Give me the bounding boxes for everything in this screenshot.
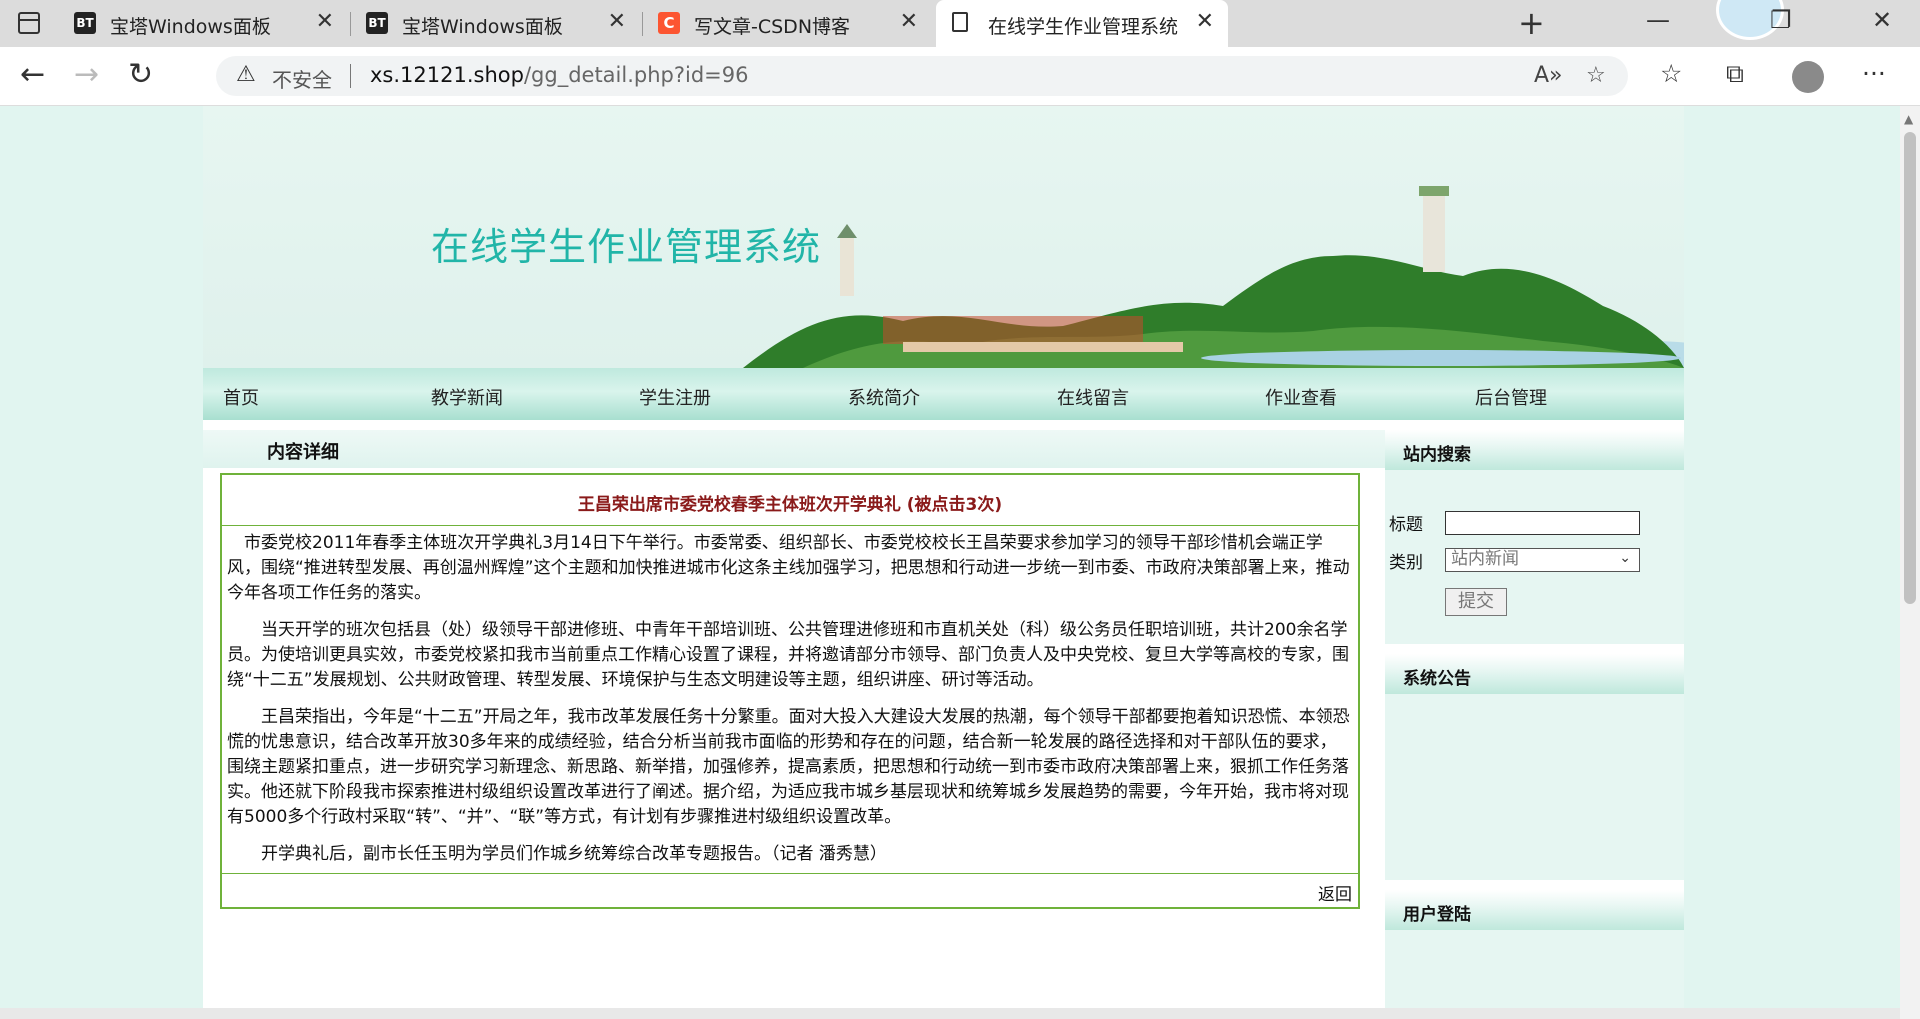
notice-panel-title: 系统公告 [1403,669,1471,689]
document-icon [952,12,968,32]
chevron-down-icon: ⌄ [1619,550,1631,566]
login-panel-header: 用户登陆 [1385,890,1684,930]
browser-tab-active[interactable]: 在线学生作业管理系统 ✕ [936,0,1228,47]
nav-item-homework-view[interactable]: 作业查看 [1265,384,1337,410]
csdn-favicon-icon: C [658,12,680,34]
search-panel-header: 站内搜索 [1385,430,1684,470]
favorites-icon[interactable]: ☆ [1660,59,1682,88]
search-submit-button[interactable]: 提交 [1445,588,1507,616]
article-panel: 王昌荣出席市委党校春季主体班次开学典礼 (被点击3次) 市委党校2011年春季主… [220,473,1360,909]
nav-item-home[interactable]: 首页 [223,384,259,410]
tab-title: 宝塔Windows面板 [110,16,271,38]
category-label: 类别 [1389,553,1423,573]
content-header-title: 内容详细 [267,442,339,463]
browser-tab-bar: BT 宝塔Windows面板 ✕ BT 宝塔Windows面板 ✕ C 写文章-… [0,0,1920,47]
read-aloud-icon[interactable]: A» [1534,63,1563,88]
nav-item-system-intro[interactable]: 系统简介 [848,384,920,410]
browser-tab-3[interactable]: C 写文章-CSDN博客 ✕ [642,0,932,47]
tab-actions-icon[interactable] [18,12,40,34]
page-viewport: 在线学生作业管理系统 首页 教学新闻 学生注册 系统简介 在线留言 作业查看 后… [0,106,1900,1019]
scrollbar-thumb[interactable] [1904,132,1916,604]
tab-title: 宝塔Windows面板 [402,16,563,38]
site-title: 在线学生作业管理系统 [431,225,822,269]
content-header: 内容详细 [203,430,1389,468]
nav-item-online-message[interactable]: 在线留言 [1057,384,1129,410]
avatar[interactable] [1792,61,1824,93]
url-field[interactable]: ⚠ 不安全 xs.12121.shop/gg_detail.php?id=96 … [216,56,1628,96]
article-body: 市委党校2011年春季主体班次开学典礼3月14日下午举行。市委常委、组织部长、市… [222,525,1358,873]
close-tab-icon[interactable]: ✕ [608,9,626,34]
nav-item-teaching-news[interactable]: 教学新闻 [431,384,503,410]
sidebar: 站内搜索 标题 类别 站内新闻 ⌄ 提交 系统公告 用户登陆 [1385,430,1684,1019]
tab-title: 写文章-CSDN博客 [694,16,851,38]
close-tab-icon[interactable]: ✕ [1196,9,1214,34]
nav-item-student-register[interactable]: 学生注册 [639,384,711,410]
new-tab-icon[interactable]: + [1518,4,1545,42]
category-select[interactable]: 站内新闻 ⌄ [1445,548,1640,572]
close-tab-icon[interactable]: ✕ [316,9,334,34]
baota-favicon-icon: BT [366,12,388,34]
back-icon[interactable]: ← [20,57,45,92]
login-panel-title: 用户登陆 [1403,905,1471,925]
article-title: 王昌荣出席市委党校春季主体班次开学典礼 (被点击3次) [577,495,1003,515]
forward-icon[interactable]: → [74,57,99,92]
site-container: 在线学生作业管理系统 首页 教学新闻 学生注册 系统简介 在线留言 作业查看 后… [203,106,1684,1019]
restore-icon[interactable]: ❐ [1770,6,1792,34]
collections-icon[interactable]: ⧉ [1726,59,1744,89]
nav-item-admin[interactable]: 后台管理 [1475,384,1547,410]
article-footer: 返回 [222,873,1358,908]
main-nav: 首页 教学新闻 学生注册 系统简介 在线留言 作业查看 后台管理 [203,368,1684,420]
reload-icon[interactable]: ↻ [128,57,153,92]
close-tab-icon[interactable]: ✕ [900,9,918,34]
search-panel-title: 站内搜索 [1403,445,1471,465]
back-link[interactable]: 返回 [1318,880,1352,905]
url-text: xs.12121.shop/gg_detail.php?id=96 [370,63,749,87]
browser-tab-1[interactable]: BT 宝塔Windows面板 ✕ [58,0,348,47]
warning-icon: ⚠ [236,62,256,87]
close-window-icon[interactable]: ✕ [1872,6,1892,34]
address-bar: ← → ↻ ⚠ 不安全 xs.12121.shop/gg_detail.php?… [0,47,1920,106]
landscape-illustration [203,106,1684,368]
baota-favicon-icon: BT [74,12,96,34]
site-banner: 在线学生作业管理系统 [203,106,1684,368]
article-paragraph: 开学典礼后，副市长任玉明为学员们作城乡统筹综合改革专题报告。（记者 潘秀慧） [261,844,887,864]
article-title-row: 王昌荣出席市委党校春季主体班次开学典礼 (被点击3次) [222,475,1358,526]
more-menu-icon[interactable]: ··· [1862,59,1886,88]
add-favorite-icon[interactable]: ☆ [1586,63,1606,88]
article-paragraph: 当天开学的班次包括县（处）级领导干部进修班、中青年干部培训班、公共管理进修班和市… [227,620,1349,690]
title-label: 标题 [1389,515,1423,535]
category-selected-value: 站内新闻 [1451,549,1519,569]
notice-panel-header: 系统公告 [1385,654,1684,694]
article-paragraph: 王昌荣指出，今年是“十二五”开局之年，我市改革发展任务十分繁重。面对大投入大建设… [227,707,1350,827]
article-paragraph: 市委党校2011年春季主体班次开学典礼3月14日下午举行。市委常委、组织部长、市… [227,533,1350,603]
tab-title: 在线学生作业管理系统 [988,16,1179,38]
horizontal-scrollbar[interactable] [0,1008,1900,1019]
security-label: 不安全 [272,68,332,92]
scroll-up-icon[interactable]: ▲ [1904,112,1913,126]
search-title-input[interactable] [1445,511,1640,535]
browser-tab-2[interactable]: BT 宝塔Windows面板 ✕ [350,0,640,47]
minimize-icon[interactable]: — [1646,6,1670,34]
